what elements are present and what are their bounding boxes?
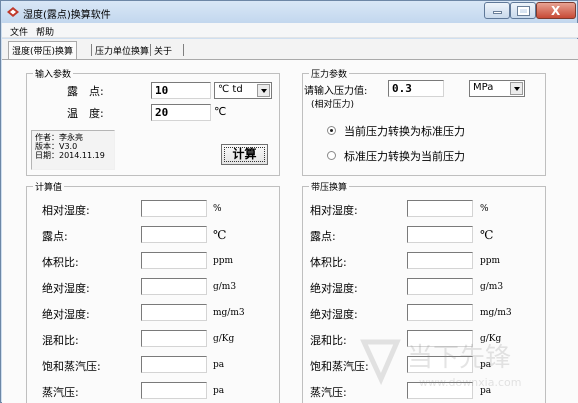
pressure-params-group: 压力参数 请输入压力值: (相对压力) 0.3 MPa 当前压力转换为标准压力 … — [302, 67, 546, 176]
menu-help[interactable]: 帮助 — [36, 25, 54, 38]
minimize-button[interactable] — [484, 2, 510, 19]
app-window: 湿度(露点)换算软件 X 文件 帮助 湿度(带压)换算 压力单位换算 关于 输入… — [0, 0, 578, 403]
watermark-logo: 当下先锋 www.downxia.com — [360, 339, 521, 389]
dew-point-input[interactable]: 10 — [151, 82, 211, 99]
pcalc-output-volume-ratio[interactable] — [407, 252, 473, 269]
pressure-calc-title: 带压换算 — [309, 180, 350, 193]
calc-output-abs-humidity-g[interactable] — [141, 278, 207, 295]
tab-pressure-units[interactable]: 压力单位换算 — [92, 42, 152, 58]
chevron-down-icon — [257, 84, 270, 97]
maximize-icon — [517, 6, 530, 16]
minimize-icon — [493, 11, 502, 14]
calc-label-volume-ratio: 体积比: — [42, 256, 79, 269]
pcalc-output-rh[interactable] — [407, 200, 473, 217]
maximize-button[interactable] — [510, 2, 536, 19]
tab-humidity-pressure[interactable]: 湿度(带压)换算 — [8, 41, 78, 59]
radio-standard-to-current-label[interactable]: 标准压力转换为当前压力 — [344, 148, 465, 164]
calc-unit-volume-ratio: ppm — [213, 256, 234, 266]
dew-unit-value: ℃ td — [218, 84, 243, 95]
tab-separator — [183, 44, 184, 56]
pcalc-label-volume-ratio: 体积比: — [310, 256, 347, 269]
calc-label-mixing-ratio: 混和比: — [42, 334, 79, 347]
app-icon — [7, 7, 19, 17]
calc-output-dew[interactable] — [141, 226, 207, 243]
close-icon: X — [551, 4, 561, 18]
menu-file[interactable]: 文件 — [10, 25, 28, 38]
temperature-label: 温 度: — [67, 107, 104, 120]
pcalc-unit-dew: ℃ — [480, 228, 494, 242]
calc-label-sat-vapor-pressure: 饱和蒸汽压: — [42, 360, 101, 373]
window-title: 湿度(露点)换算软件 — [23, 10, 111, 21]
author-name: 作者：李永亮 — [35, 133, 83, 142]
calculate-button[interactable]: 计算 — [221, 144, 268, 165]
pcalc-unit-volume-ratio: ppm — [480, 256, 501, 266]
pcalc-label-rh: 相对湿度: — [310, 204, 358, 217]
calc-unit-dew: ℃ — [213, 228, 227, 242]
calc-unit-abs-humidity-mg: mg/m3 — [213, 308, 245, 318]
author-info: 作者：李永亮 版本：V3.0 日期：2014.11.19 — [31, 130, 115, 170]
calc-values-group: 计算值 相对湿度: % 露点: ℃ 体积比: ppm 绝对湿度: g/m3 绝对… — [26, 180, 280, 403]
temperature-unit: ℃ — [214, 105, 227, 118]
watermark-text: 当下先锋 — [407, 343, 511, 373]
calc-label-dew: 露点: — [42, 230, 68, 243]
tab-about[interactable]: 关于 — [151, 42, 175, 58]
pcalc-unit-rh: % — [480, 204, 489, 214]
calc-values-title: 计算值 — [33, 180, 65, 193]
input-params-title: 输入参数 — [33, 67, 74, 80]
tab-strip: 湿度(带压)换算 压力单位换算 关于 — [2, 39, 578, 59]
dew-unit-select[interactable]: ℃ td — [214, 82, 272, 99]
pcalc-unit-abs-humidity-g: g/m3 — [480, 282, 504, 292]
calc-output-abs-humidity-mg[interactable] — [141, 304, 207, 321]
pressure-params-title: 压力参数 — [309, 67, 350, 80]
calc-output-sat-vapor-pressure[interactable] — [141, 356, 207, 373]
calc-output-rh[interactable] — [141, 200, 207, 217]
pcalc-output-abs-humidity-mg[interactable] — [407, 304, 473, 321]
calc-unit-mixing-ratio: g/Kg — [213, 334, 235, 344]
radio-current-to-standard-label[interactable]: 当前压力转换为标准压力 — [344, 123, 465, 139]
calc-output-mixing-ratio[interactable] — [141, 330, 207, 347]
temperature-input[interactable]: 20 — [151, 104, 211, 121]
calc-label-abs-humidity-g: 绝对湿度: — [42, 282, 90, 295]
calc-unit-sat-vapor-pressure: pa — [213, 360, 225, 370]
pressure-input[interactable]: 0.3 — [388, 80, 444, 97]
pcalc-unit-abs-humidity-mg: mg/m3 — [480, 308, 512, 318]
author-date: 日期：2014.11.19 — [35, 151, 105, 160]
pressure-unit-value: MPa — [473, 82, 494, 93]
calc-unit-abs-humidity-g: g/m3 — [213, 282, 237, 292]
pcalc-label-abs-humidity-mg: 绝对湿度: — [310, 308, 358, 321]
menu-bar: 文件 帮助 — [2, 23, 578, 38]
pcalc-label-dew: 露点: — [310, 230, 336, 243]
pcalc-label-mixing-ratio: 混和比: — [310, 334, 347, 347]
pcalc-output-dew[interactable] — [407, 226, 473, 243]
close-button[interactable]: X — [536, 2, 576, 19]
chevron-down-icon — [510, 82, 523, 95]
calc-unit-vapor-pressure: pa — [213, 386, 225, 396]
calc-label-abs-humidity-mg: 绝对湿度: — [42, 308, 90, 321]
title-bar[interactable]: 湿度(露点)换算软件 X — [1, 1, 577, 23]
radio-current-to-standard[interactable] — [327, 126, 336, 135]
pcalc-label-abs-humidity-g: 绝对湿度: — [310, 282, 358, 295]
calc-output-vapor-pressure[interactable] — [141, 382, 207, 399]
calc-unit-rh: % — [213, 204, 222, 214]
calc-label-vapor-pressure: 蒸汽压: — [42, 386, 79, 399]
pressure-label: 请输入压力值: — [304, 86, 368, 97]
calc-output-volume-ratio[interactable] — [141, 252, 207, 269]
focus-rect — [224, 147, 265, 162]
pcalc-output-abs-humidity-g[interactable] — [407, 278, 473, 295]
pressure-sublabel: (相对压力) — [311, 100, 355, 110]
input-params-group: 输入参数 露 点: 10 ℃ td 温 度: 20 ℃ 作者：李永亮 版本：V3… — [26, 67, 280, 176]
calc-label-rh: 相对湿度: — [42, 204, 90, 217]
radio-standard-to-current[interactable] — [327, 151, 336, 160]
pcalc-label-vapor-pressure: 蒸汽压: — [310, 386, 347, 399]
pressure-unit-select[interactable]: MPa — [469, 80, 525, 97]
dew-point-label: 露 点: — [67, 85, 104, 98]
watermark-url: www.downxia.com — [419, 376, 521, 389]
author-version: 版本：V3.0 — [35, 142, 78, 151]
